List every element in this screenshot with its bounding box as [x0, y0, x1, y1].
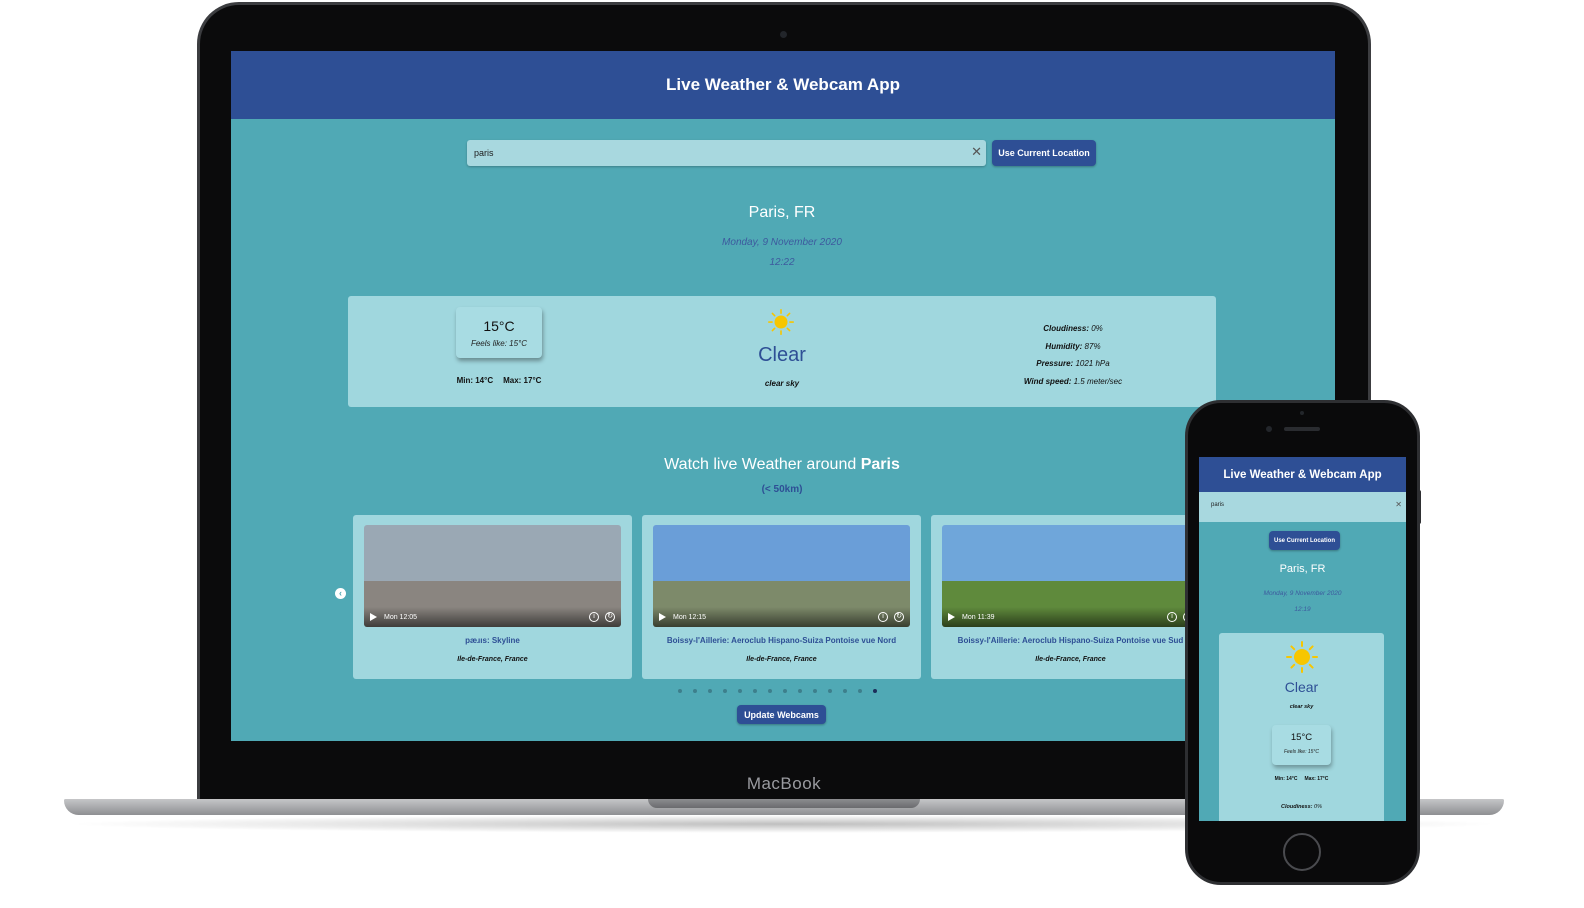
mobile-search-value: paris	[1211, 502, 1225, 508]
city-name: Paris, FR	[748, 204, 816, 221]
carousel-dot[interactable]	[708, 689, 712, 693]
mobile-temperature-box: 15°C Feels like: 15°C	[1272, 725, 1331, 765]
webcam-controls: Mon 12:05 i ↻	[364, 607, 621, 627]
webcam-controls: Mon 11:39 i ↻	[942, 607, 1199, 627]
sun-icon	[768, 309, 794, 335]
play-icon[interactable]	[370, 613, 377, 621]
phone-home-button	[1283, 833, 1321, 871]
chevron-left-icon[interactable]: ‹	[335, 588, 346, 599]
device-mockup: MacBook Live Weather & Webcam App ✕ Use …	[0, 0, 1584, 908]
mobile-min-max-temperature: Min: 14°C Max: 17°C	[1219, 776, 1384, 782]
carousel-dot[interactable]	[843, 689, 847, 693]
phone-sensor	[1300, 411, 1304, 415]
mobile-min-temperature: Min: 14°C	[1274, 776, 1298, 782]
mobile-app-title: Live Weather & Webcam App	[1223, 468, 1382, 481]
mobile-feels-like: Feels like: 15°C	[1283, 749, 1320, 755]
info-icon[interactable]: i	[1167, 612, 1177, 622]
carousel-dot[interactable]	[693, 689, 697, 693]
webcam-location: Ile-de-France, France	[457, 656, 528, 663]
mobile-city-name: Paris, FR	[1279, 563, 1326, 575]
reload-icon[interactable]: ↻	[894, 612, 904, 622]
webcam-player[interactable]: Mon 12:15 i ↻	[653, 525, 910, 627]
phone-screen: Live Weather & Webcam App paris ✕ Use Cu…	[1199, 457, 1406, 821]
mobile-max-temperature: Max: 17°C	[1304, 776, 1329, 782]
phone-camera	[1266, 426, 1272, 432]
carousel-dot[interactable]	[828, 689, 832, 693]
wind-speed-detail: Wind speed: 1.5 meter/sec	[1023, 376, 1123, 386]
carousel-pagination	[678, 689, 877, 693]
mobile-weather-description: clear sky	[1289, 704, 1314, 710]
play-icon[interactable]	[659, 613, 666, 621]
carousel-dot[interactable]	[783, 689, 787, 693]
carousel-dot[interactable]	[678, 689, 682, 693]
carousel-dot[interactable]	[738, 689, 742, 693]
mobile-temperature-value: 15°C	[1290, 732, 1313, 743]
weather-icon-wrap	[763, 309, 799, 339]
webcam-image-sky	[653, 525, 910, 582]
mobile-app-header: Live Weather & Webcam App	[1199, 457, 1406, 492]
carousel-dot[interactable]	[858, 689, 862, 693]
webcam-timestamp: Mon 11:39	[962, 613, 995, 621]
app-header: Live Weather & Webcam App	[231, 51, 1335, 119]
carousel-dot[interactable]	[723, 689, 727, 693]
webcam-location: Ile-de-France, France	[746, 656, 817, 663]
current-date: Monday, 9 November 2020	[722, 237, 842, 248]
search-box: ✕	[467, 140, 986, 166]
use-current-location-button[interactable]: Use Current Location	[992, 140, 1096, 166]
phone-speaker	[1284, 427, 1320, 431]
mobile-use-current-location-button[interactable]: Use Current Location	[1269, 531, 1340, 550]
webcam-title[interactable]: pæɹıs: Skyline	[353, 636, 632, 645]
laptop-camera	[780, 31, 787, 38]
cloudiness-detail: Cloudiness: 0%	[1043, 324, 1103, 333]
webcam-title[interactable]: Boissy-l'Aillerie: Aeroclub Hispano-Suiz…	[931, 636, 1210, 645]
webcam-image-sky	[364, 525, 621, 582]
play-icon[interactable]	[948, 613, 955, 621]
app-title: Live Weather & Webcam App	[666, 75, 900, 94]
carousel-dot[interactable]	[798, 689, 802, 693]
webcam-image-sky	[942, 525, 1199, 582]
info-icon[interactable]: i	[878, 612, 888, 622]
mobile-clear-search-icon[interactable]: ✕	[1395, 500, 1402, 509]
humidity-detail: Humidity: 87%	[1045, 341, 1101, 351]
carousel-dot[interactable]	[768, 689, 772, 693]
webcam-controls: Mon 12:15 i ↻	[653, 607, 910, 627]
reload-icon[interactable]: ↻	[605, 612, 615, 622]
current-time: 12:22	[769, 257, 795, 268]
webcam-timestamp: Mon 12:15	[673, 613, 707, 621]
webcams-heading: Watch live Weather around Paris	[664, 456, 900, 473]
weather-card: 15°C Feels like: 15°C Min: 14°C Max: 17°C	[348, 296, 1216, 407]
carousel-dot[interactable]	[753, 689, 757, 693]
pressure-detail: Pressure: 1021 hPa	[1036, 359, 1110, 368]
carousel-dot[interactable]	[813, 689, 817, 693]
laptop-screen: Live Weather & Webcam App ✕ Use Current …	[231, 51, 1335, 741]
webcam-timestamp: Mon 12:05	[384, 613, 418, 621]
phone-side-button	[1417, 490, 1421, 524]
carousel-dot[interactable]	[873, 689, 877, 693]
webcam-player[interactable]: Mon 12:05 i ↻	[364, 525, 621, 627]
webcam-card[interactable]: Mon 12:05 i ↻ pæɹıs: Skyline Ile-de-Fran…	[353, 515, 632, 679]
sun-icon	[1286, 641, 1318, 673]
webcams-heading-city: Paris	[860, 456, 900, 473]
mobile-weather-card: Clear clear sky 15°C Feels like: 15°C Mi…	[1219, 633, 1384, 821]
webcam-title[interactable]: Boissy-l'Aillerie: Aeroclub Hispano-Suiz…	[642, 636, 921, 645]
mobile-current-date: Monday, 9 November 2020	[1263, 590, 1342, 597]
mobile-search-input[interactable]: paris ✕	[1199, 492, 1406, 522]
webcams-radius: (< 50km)	[761, 484, 803, 495]
mobile-cloudiness-detail: Cloudiness: 0%	[1281, 804, 1322, 810]
laptop-brand-label: MacBook	[746, 774, 822, 793]
weather-details: Cloudiness: 0% Humidity: 87% Pressure: 1…	[993, 320, 1153, 390]
laptop-notch	[648, 799, 920, 808]
webcam-player[interactable]: Mon 11:39 i ↻	[942, 525, 1199, 627]
mobile-current-time: 12:19	[1294, 606, 1311, 613]
search-input[interactable]	[467, 140, 986, 166]
webcam-location: Ile-de-France, France	[1035, 656, 1106, 663]
update-webcams-button[interactable]: Update Webcams	[737, 705, 826, 724]
clear-search-icon[interactable]: ✕	[971, 145, 982, 159]
search-row: ✕ Use Current Location	[467, 140, 1096, 166]
info-icon[interactable]: i	[589, 612, 599, 622]
webcam-card[interactable]: Mon 12:15 i ↻ Boissy-l'Aillerie: Aeroclu…	[642, 515, 921, 679]
mobile-weather-main: Clear	[1284, 679, 1319, 695]
temperature-value: 15°C	[483, 318, 515, 334]
webcam-card[interactable]: Mon 11:39 i ↻ Boissy-l'Aillerie: Aeroclu…	[931, 515, 1210, 679]
